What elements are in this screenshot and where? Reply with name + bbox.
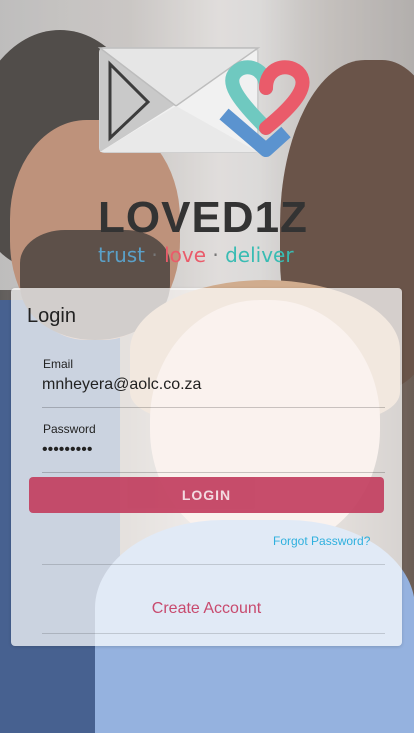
password-label: Password: [43, 422, 96, 436]
password-underline: [42, 472, 385, 473]
tagline-separator: ·: [151, 243, 158, 267]
tagline-separator: ·: [212, 243, 219, 267]
email-label: Email: [43, 357, 74, 371]
tagline-love: love: [164, 243, 207, 267]
login-button[interactable]: LOGIN: [29, 477, 384, 513]
tagline-trust: trust: [98, 243, 146, 267]
password-field[interactable]: •••••••••: [42, 441, 385, 459]
brand-name: LOVED1Z: [98, 193, 308, 242]
email-underline: [42, 407, 385, 408]
login-card: Login Email Password ••••••••• LOGIN For…: [11, 288, 402, 646]
forgot-password-link[interactable]: Forgot Password?: [273, 534, 370, 548]
login-title: Login: [27, 305, 76, 327]
divider-bottom: [42, 633, 385, 634]
create-account-link[interactable]: Create Account: [11, 600, 402, 618]
email-field[interactable]: [42, 376, 385, 394]
divider-top: [42, 564, 385, 565]
tagline-deliver: deliver: [225, 243, 294, 267]
brand-tagline: trust · love · deliver: [98, 243, 338, 267]
